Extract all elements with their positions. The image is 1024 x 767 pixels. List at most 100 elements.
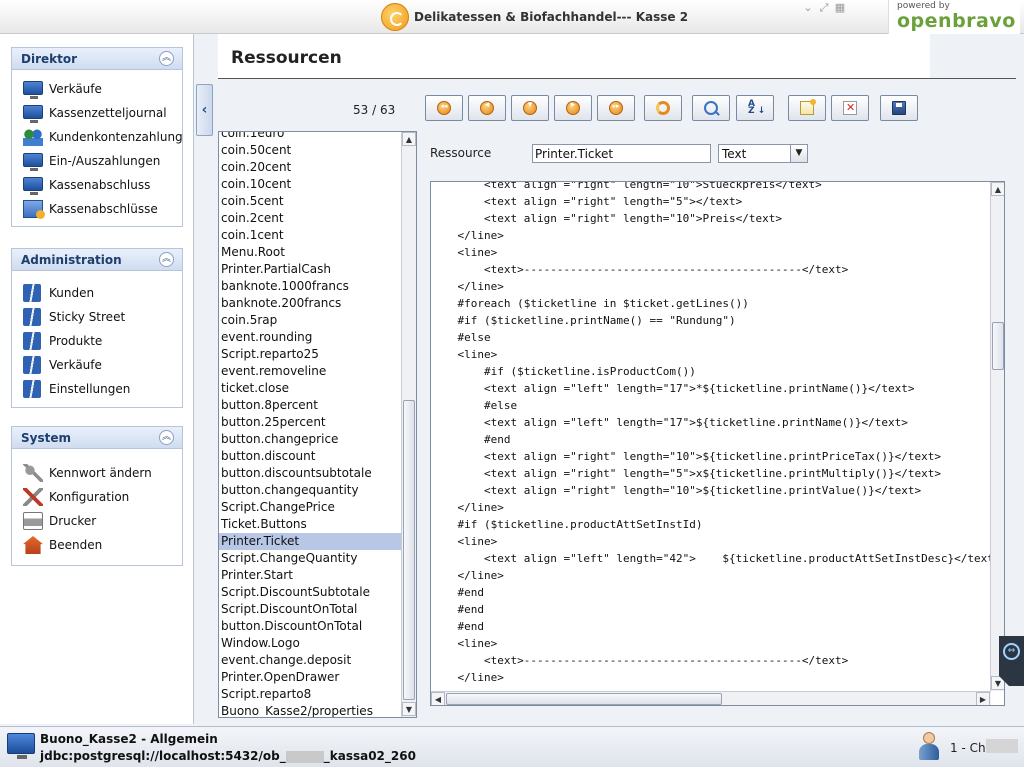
menu-item-kassenabschluss[interactable]: Kassenabschluss	[12, 173, 182, 197]
collapse-menu-button[interactable]: ‹	[196, 84, 213, 136]
search-button[interactable]	[692, 95, 730, 121]
last-record-button[interactable]	[597, 95, 635, 121]
code-line: #end	[431, 586, 484, 599]
resource-list-item[interactable]: Window.Logo	[219, 635, 402, 652]
menu-item-label: Beenden	[49, 538, 103, 552]
menu-item-label: Kennwort ändern	[49, 466, 152, 480]
delete-record-button[interactable]	[831, 95, 869, 121]
side-panel-tab[interactable]: ⇔	[999, 636, 1024, 686]
resource-list-item[interactable]: Ticket.Buttons	[219, 516, 402, 533]
menu-item-kassenabschluesse[interactable]: Kassenabschlüsse	[12, 197, 182, 221]
resource-list-item[interactable]: event.removeline	[219, 363, 402, 380]
resource-list-item[interactable]: Script.DiscountOnTotal	[219, 601, 402, 618]
menu-item-ein-auszahlungen[interactable]: Ein-/Auszahlungen	[12, 149, 182, 173]
collapse-icon[interactable]: ︽	[159, 51, 174, 66]
scroll-up-icon[interactable]: ▲	[991, 182, 1004, 196]
resource-list-item[interactable]: coin.10cent	[219, 176, 402, 193]
resource-list-item[interactable]: coin.50cent	[219, 142, 402, 159]
editor-horizontal-scrollbar[interactable]: ◀ ▶	[431, 691, 991, 705]
resource-list-item[interactable]: Script.reparto8	[219, 686, 402, 703]
resource-list-item[interactable]: button.DiscountOnTotal	[219, 618, 402, 635]
menu-section-header[interactable]: Direktor ︽	[12, 48, 182, 70]
openbravo-logo: powered by openbravo	[888, 0, 1020, 34]
menu-item-kundenkontenzahlung[interactable]: Kundenkontenzahlung	[12, 125, 183, 149]
menu-item-label: Verkäufe	[49, 358, 102, 372]
resource-list-item[interactable]: coin.5rap	[219, 312, 402, 329]
code-line: #end	[431, 433, 511, 446]
save-button[interactable]	[880, 95, 918, 121]
scroll-down-icon[interactable]: ▼	[402, 702, 416, 716]
resize-icon[interactable]: ⤢	[816, 1, 832, 15]
resource-list-item[interactable]: coin.1euro	[219, 132, 402, 142]
menu-item-verkaeufe-admin[interactable]: Verkäufe	[12, 353, 182, 377]
scroll-thumb[interactable]	[992, 322, 1004, 370]
next-record-button[interactable]	[554, 95, 592, 121]
keyboard-icon[interactable]: ▦	[832, 1, 848, 14]
resource-list-item[interactable]: event.change.deposit	[219, 652, 402, 669]
first-record-button[interactable]	[425, 95, 463, 121]
scroll-right-icon[interactable]: ▶	[976, 692, 990, 705]
resource-list-item[interactable]: Printer.OpenDrawer	[219, 669, 402, 686]
resource-list-scrollbar[interactable]: ▲ ▼	[401, 132, 416, 717]
menu-section-header[interactable]: Administration ︽	[12, 249, 182, 271]
resource-list-item[interactable]: Menu.Root	[219, 244, 402, 261]
editor-vertical-scrollbar[interactable]: ▲ ▼	[990, 182, 1004, 691]
user-icon	[918, 732, 940, 762]
menu-item-kunden[interactable]: Kunden	[12, 281, 182, 305]
menu-item-kennwort-aendern[interactable]: Kennwort ändern	[12, 461, 182, 485]
resource-list-item[interactable]: ticket.close	[219, 380, 402, 397]
menu-item-konfiguration[interactable]: Konfiguration	[12, 485, 182, 509]
resource-list-item[interactable]: button.discount	[219, 448, 402, 465]
resource-list-item[interactable]: button.8percent	[219, 397, 402, 414]
menu-item-beenden[interactable]: Beenden	[12, 533, 182, 557]
menu-section-header[interactable]: System ︽	[12, 427, 182, 449]
code-line: <text align ="right" length="10">Preis</…	[431, 212, 782, 225]
resource-list-item[interactable]: Script.DiscountSubtotale	[219, 584, 402, 601]
reload-button[interactable]	[644, 95, 682, 121]
resource-list-item[interactable]: coin.20cent	[219, 159, 402, 176]
resource-list-item[interactable]: Script.ChangePrice	[219, 499, 402, 516]
menu-item-sticky-street[interactable]: Sticky Street	[12, 305, 182, 329]
menu-item-drucker[interactable]: Drucker	[12, 509, 182, 533]
resource-list-item[interactable]: Script.reparto25	[219, 346, 402, 363]
resource-list-item[interactable]: button.changeprice	[219, 431, 402, 448]
collapse-icon[interactable]: ︽	[159, 430, 174, 445]
chevron-down-icon[interactable]: ▼	[790, 145, 807, 162]
scroll-thumb[interactable]	[446, 693, 722, 705]
resource-list-item[interactable]: Printer.PartialCash	[219, 261, 402, 278]
resource-list-item[interactable]: button.changequantity	[219, 482, 402, 499]
collapse-icon[interactable]: ︽	[159, 252, 174, 267]
resource-list[interactable]: coin.1euro coin.50cent coin.20cent coin.10c…	[218, 131, 417, 718]
resource-list-item[interactable]: banknote.1000francs	[219, 278, 402, 295]
resource-type-select[interactable]: Text ▼	[718, 144, 808, 163]
resource-list-item[interactable]: event.rounding	[219, 329, 402, 346]
app-logo-icon	[381, 3, 409, 31]
resource-content-editor[interactable]: <text align ="right" length="10">Stueckp…	[430, 181, 1005, 706]
resource-list-item[interactable]: coin.5cent	[219, 193, 402, 210]
scroll-thumb[interactable]	[403, 400, 415, 700]
resource-list-item[interactable]: button.discountsubtotale	[219, 465, 402, 482]
resource-list-item[interactable]: coin.1cent	[219, 227, 402, 244]
resource-list-item[interactable]: Printer.Start	[219, 567, 402, 584]
menu-item-einstellungen[interactable]: Einstellungen	[12, 377, 182, 401]
monitor-icon	[23, 177, 43, 195]
scroll-up-icon[interactable]: ▲	[402, 132, 416, 146]
menu-item-verkaeufe[interactable]: Verkäufe	[12, 77, 182, 101]
resource-list-item[interactable]: banknote.200francs	[219, 295, 402, 312]
new-record-button[interactable]	[788, 95, 826, 121]
sort-button[interactable]	[736, 95, 774, 121]
menu-item-label: Verkäufe	[49, 82, 102, 96]
menu-item-kassenzetteljournal[interactable]: Kassenzetteljournal	[12, 101, 182, 125]
resource-list-item[interactable]: Buono_Kasse2/properties	[219, 703, 402, 717]
resource-list-item[interactable]: Printer.Ticket	[219, 533, 402, 550]
scroll-left-icon[interactable]: ◀	[431, 692, 445, 705]
resource-list-item[interactable]: button.25percent	[219, 414, 402, 431]
code-text-area[interactable]: <text align ="right" length="10">Stueckp…	[431, 182, 991, 686]
menu-item-produkte[interactable]: Produkte	[12, 329, 182, 353]
resource-list-item[interactable]: Script.ChangeQuantity	[219, 550, 402, 567]
minimize-icon[interactable]: ⌄	[800, 1, 816, 14]
resource-name-input[interactable]	[532, 144, 711, 163]
previous-record-button[interactable]	[468, 95, 506, 121]
resource-list-item[interactable]: coin.2cent	[219, 210, 402, 227]
list-down-button[interactable]	[511, 95, 549, 121]
